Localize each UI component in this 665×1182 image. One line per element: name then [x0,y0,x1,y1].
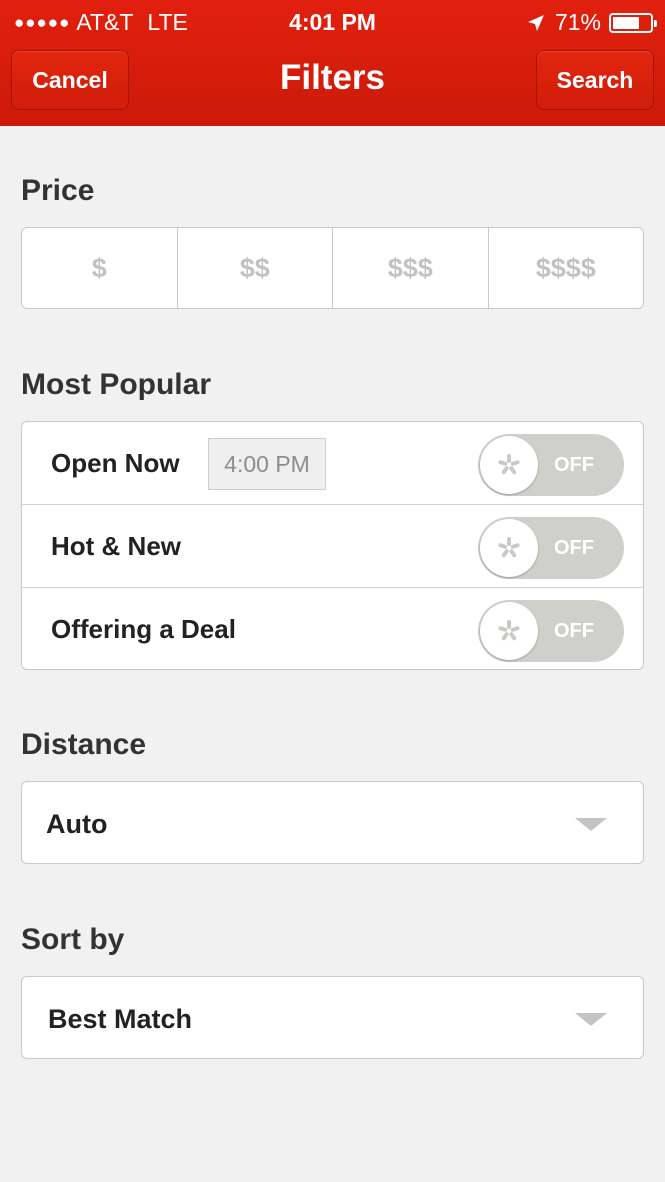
hot-new-label: Hot & New [51,531,181,561]
list-item-offering-deal: Offering a Deal OFF [22,588,643,669]
search-button[interactable]: Search [536,50,654,110]
nav-header: ●●●●● AT&T LTE 4:01 PM 71% Cancel Filter… [0,0,665,126]
distance-value: Auto [46,809,108,839]
yelp-burst-icon [480,519,538,577]
distance-select[interactable]: Auto [21,781,644,864]
open-now-time-field[interactable]: 4:00 PM [208,438,326,490]
price-section-title: Price [21,174,95,207]
price-segmented-control: $ $$ $$$ $$$$ [21,227,644,309]
offering-deal-toggle[interactable]: OFF [478,600,624,662]
yelp-burst-icon [480,436,538,494]
distance-section-title: Distance [21,728,147,761]
open-now-toggle[interactable]: OFF [478,434,624,496]
price-option-1[interactable]: $ [22,228,178,308]
list-item-hot-new: Hot & New OFF [22,505,643,588]
hot-new-toggle[interactable]: OFF [478,517,624,579]
price-option-2[interactable]: $$ [178,228,333,308]
caret-down-icon [575,818,607,831]
battery-percent: 71% [554,9,601,35]
sort-section-title: Sort by [21,923,125,956]
price-option-4[interactable]: $$$$ [489,228,644,308]
toggle-state: OFF [554,537,594,559]
sort-value: Best Match [48,1004,193,1034]
status-bar: ●●●●● AT&T LTE 4:01 PM 71% [0,0,665,44]
toggle-state: OFF [554,454,594,476]
toggle-state: OFF [554,620,594,642]
location-arrow-icon [527,14,544,31]
offering-deal-label: Offering a Deal [51,614,236,644]
price-option-3[interactable]: $$$ [333,228,489,308]
open-now-label: Open Now [51,448,180,478]
popular-list: Open Now 4:00 PM OFF Hot & New OFF Offer… [21,421,644,670]
popular-section-title: Most Popular [21,368,212,401]
battery-icon [609,12,657,33]
caret-down-icon [575,1013,607,1026]
list-item-open-now: Open Now 4:00 PM OFF [22,422,643,505]
yelp-burst-icon [480,602,538,660]
sort-select[interactable]: Best Match [21,976,644,1059]
